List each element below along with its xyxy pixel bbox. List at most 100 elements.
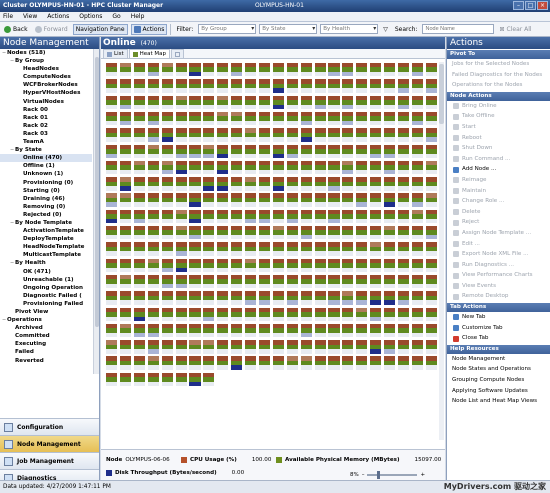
action-maintain[interactable]: Maintain [447,186,550,197]
heat-map-node[interactable] [132,192,146,208]
heat-map-node[interactable] [257,339,272,355]
heat-map-node[interactable] [271,176,285,192]
heat-map-node[interactable] [188,290,202,306]
heat-map-node[interactable] [188,78,202,94]
heat-map-node[interactable] [424,273,438,290]
heat-map-node[interactable] [355,322,369,339]
heat-map-node[interactable] [369,127,383,143]
heat-map-node[interactable] [202,371,216,388]
heat-map-node[interactable] [341,257,355,274]
heat-map-node[interactable] [355,241,369,257]
heat-map-node[interactable] [327,143,341,159]
heat-map-node[interactable] [369,208,383,225]
heat-map-node[interactable] [257,290,272,306]
section-tab-actions[interactable]: Tab Actions [447,303,550,313]
tree-item-headnodes[interactable]: HeadNodes [0,65,92,73]
forward-button[interactable]: Forward [33,25,70,34]
heat-map-node[interactable] [313,257,327,274]
heat-map-node[interactable] [105,143,119,159]
action-shut-down[interactable]: Shut Down [447,143,550,154]
heat-map-node[interactable] [271,355,285,371]
heat-map-node[interactable] [174,241,188,257]
heat-map-node[interactable] [174,371,188,388]
heat-map-node[interactable] [202,290,216,306]
heat-map-node[interactable] [285,192,299,208]
heat-map-node[interactable] [146,159,160,176]
heat-map-node[interactable] [369,78,383,94]
action-take-offline[interactable]: Take Offline [447,111,550,122]
heat-map-node[interactable] [174,143,188,159]
heat-map-node[interactable] [188,110,202,127]
tab-list[interactable]: List [103,49,128,58]
heat-map-node[interactable] [188,192,202,208]
heat-map-node[interactable] [160,225,174,241]
heat-map-node[interactable] [410,159,424,176]
action-customize-tab[interactable]: Customize Tab [447,323,550,334]
heat-map-node[interactable] [396,208,411,225]
heat-map-node[interactable] [410,94,424,111]
tree-item-rack-00[interactable]: Rack 00 [0,106,92,114]
heat-map-node[interactable] [216,94,230,111]
heat-map-node[interactable] [424,110,438,127]
heat-map-node[interactable] [230,257,244,274]
heat-map-node[interactable] [369,62,383,78]
heat-map-node[interactable] [146,94,160,111]
heat-map-node[interactable] [244,127,258,143]
heat-map-node[interactable] [383,225,397,241]
zoom-in-icon[interactable]: + [420,472,425,478]
heat-map-node[interactable] [160,257,174,274]
heat-map-node[interactable] [244,339,258,355]
heat-map-node[interactable] [383,273,397,290]
heat-map-node[interactable] [202,241,216,257]
heat-map-node[interactable] [271,78,285,94]
menu-help[interactable]: Help [131,13,145,20]
heat-map-node[interactable] [244,94,258,111]
heat-map-scrollbar[interactable] [439,62,444,440]
heat-map-node[interactable] [313,339,327,355]
heat-map-node[interactable] [410,355,424,371]
heat-map-node[interactable] [410,78,424,94]
heat-map-node[interactable] [285,225,299,241]
heat-map-node[interactable] [105,290,119,306]
heat-map-node[interactable] [244,62,258,78]
heat-map-node[interactable] [396,225,411,241]
heat-map-node[interactable] [216,241,230,257]
heat-map-node[interactable] [257,322,272,339]
heat-map-node[interactable] [188,176,202,192]
action-reject[interactable]: Reject [447,217,550,228]
section-help-resources[interactable]: Help Resources [447,344,550,354]
heat-map-node[interactable] [146,192,160,208]
section-node-actions[interactable]: Node Actions [447,91,550,101]
action-start[interactable]: Start [447,122,550,133]
heat-map-node[interactable] [285,306,299,322]
heat-map-node[interactable] [383,159,397,176]
heat-map-node[interactable] [424,62,438,78]
heat-map-node[interactable] [424,176,438,192]
heat-map-node[interactable] [383,62,397,78]
heat-map-node[interactable] [383,110,397,127]
action-node-states-and-operations[interactable]: Node States and Operations [447,364,550,375]
heat-map-node[interactable] [396,257,411,274]
heat-map-node[interactable] [383,241,397,257]
tree-item-unknown-1[interactable]: Unknown (1) [0,170,92,178]
heat-map-node[interactable] [202,273,216,290]
heat-map-node[interactable] [299,290,313,306]
heat-map-node[interactable] [341,110,355,127]
heat-map-node[interactable] [355,273,369,290]
heat-map-node[interactable] [410,306,424,322]
heat-map-node[interactable] [105,339,119,355]
tree-item-removing-0[interactable]: Removing (0) [0,203,92,211]
heat-map-node[interactable] [396,273,411,290]
heat-map-node[interactable] [230,127,244,143]
heat-map-node[interactable] [105,94,119,111]
heat-map-node[interactable] [271,322,285,339]
heat-map-node[interactable] [216,273,230,290]
heat-map-node[interactable] [313,306,327,322]
heat-map-node[interactable] [257,208,272,225]
heat-map-node[interactable] [396,110,411,127]
heat-map-node[interactable] [105,127,119,143]
heat-map-node[interactable] [271,94,285,111]
heat-map-node[interactable] [424,78,438,94]
heat-map-node[interactable] [188,241,202,257]
heat-map-node[interactable] [146,273,160,290]
